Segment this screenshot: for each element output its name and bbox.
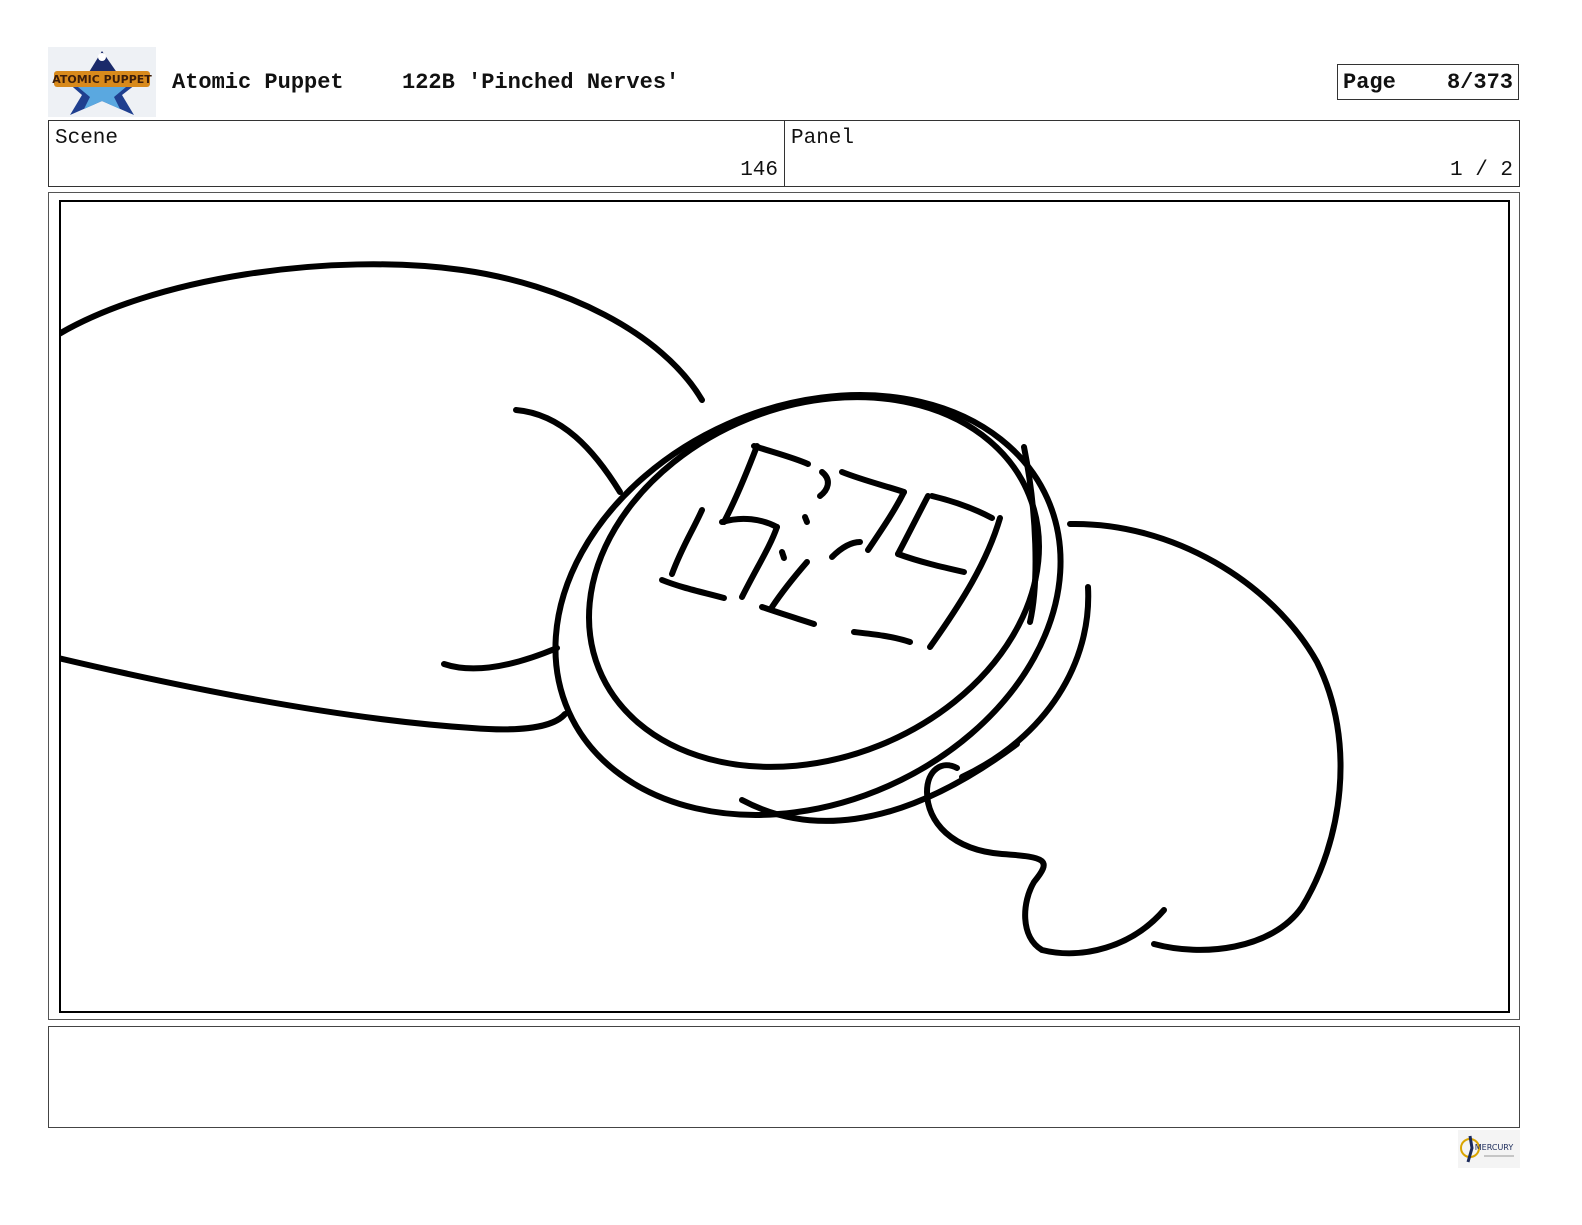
storyboard-panel bbox=[59, 200, 1510, 1013]
panel-notes bbox=[48, 1026, 1520, 1128]
svg-text:MERCURY: MERCURY bbox=[1475, 1143, 1514, 1152]
episode-title: 122B 'Pinched Nerves' bbox=[402, 70, 680, 95]
scene-cell: Scene 146 bbox=[49, 121, 785, 186]
svg-text:ATOMIC PUPPET: ATOMIC PUPPET bbox=[52, 73, 152, 86]
scene-panel-info: Scene 146 Panel 1 / 2 bbox=[48, 120, 1520, 187]
storyboard-sketch bbox=[61, 261, 1344, 957]
page-label: Page bbox=[1343, 70, 1396, 95]
panel-number: 1 / 2 bbox=[1449, 159, 1513, 182]
page-number: 8/373 bbox=[1446, 70, 1513, 95]
show-title: Atomic Puppet bbox=[172, 70, 344, 95]
panel-label: Panel bbox=[791, 127, 855, 150]
page-indicator: Page 8/373 bbox=[1337, 64, 1519, 100]
show-logo: ATOMIC PUPPET bbox=[48, 47, 156, 117]
scene-label: Scene bbox=[55, 127, 119, 150]
panel-cell: Panel 1 / 2 bbox=[785, 121, 1519, 186]
scene-number: 146 bbox=[740, 159, 778, 182]
studio-logo: MERCURY bbox=[1458, 1130, 1520, 1168]
